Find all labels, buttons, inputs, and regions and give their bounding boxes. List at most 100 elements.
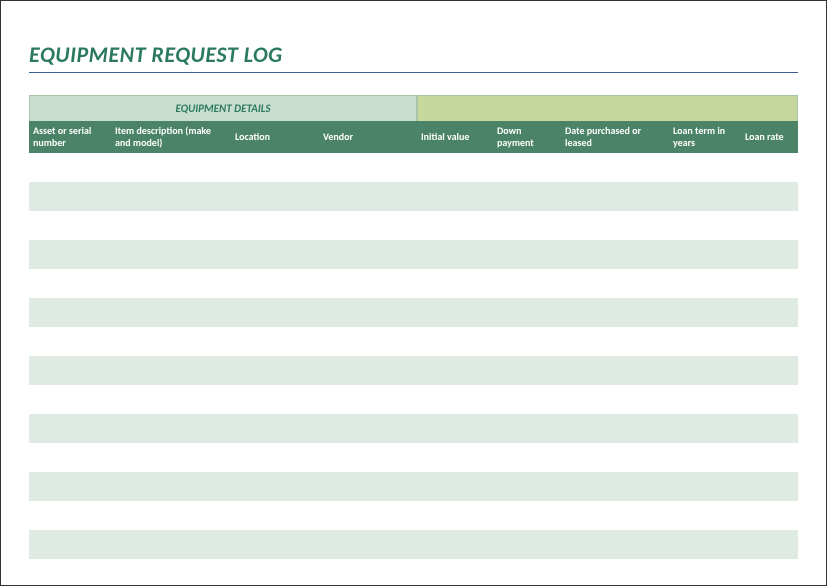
- cell[interactable]: [231, 356, 319, 385]
- cell[interactable]: [29, 385, 111, 414]
- cell[interactable]: [561, 443, 669, 472]
- cell[interactable]: [29, 269, 111, 298]
- cell[interactable]: [319, 211, 417, 240]
- cell[interactable]: [417, 327, 493, 356]
- cell[interactable]: [417, 240, 493, 269]
- cell[interactable]: [493, 501, 561, 530]
- cell[interactable]: [29, 182, 111, 211]
- cell[interactable]: [111, 530, 231, 559]
- cell[interactable]: [417, 153, 493, 182]
- cell[interactable]: [669, 501, 741, 530]
- table-row[interactable]: [29, 211, 798, 240]
- cell[interactable]: [29, 501, 111, 530]
- cell[interactable]: [493, 414, 561, 443]
- cell[interactable]: [417, 356, 493, 385]
- cell[interactable]: [231, 414, 319, 443]
- cell[interactable]: [669, 414, 741, 443]
- cell[interactable]: [231, 211, 319, 240]
- cell[interactable]: [29, 530, 111, 559]
- cell[interactable]: [417, 530, 493, 559]
- cell[interactable]: [561, 211, 669, 240]
- cell[interactable]: [669, 269, 741, 298]
- cell[interactable]: [493, 211, 561, 240]
- cell[interactable]: [111, 327, 231, 356]
- cell[interactable]: [493, 153, 561, 182]
- cell[interactable]: [319, 356, 417, 385]
- cell[interactable]: [561, 269, 669, 298]
- cell[interactable]: [561, 356, 669, 385]
- cell[interactable]: [417, 211, 493, 240]
- cell[interactable]: [417, 269, 493, 298]
- cell[interactable]: [231, 240, 319, 269]
- cell[interactable]: [669, 211, 741, 240]
- cell[interactable]: [493, 356, 561, 385]
- cell[interactable]: [111, 298, 231, 327]
- table-row[interactable]: [29, 443, 798, 472]
- cell[interactable]: [417, 501, 493, 530]
- table-row[interactable]: [29, 385, 798, 414]
- cell[interactable]: [741, 327, 798, 356]
- cell[interactable]: [493, 269, 561, 298]
- cell[interactable]: [111, 356, 231, 385]
- cell[interactable]: [319, 443, 417, 472]
- cell[interactable]: [111, 211, 231, 240]
- cell[interactable]: [417, 182, 493, 211]
- cell[interactable]: [111, 443, 231, 472]
- table-row[interactable]: [29, 356, 798, 385]
- cell[interactable]: [319, 182, 417, 211]
- cell[interactable]: [29, 356, 111, 385]
- cell[interactable]: [669, 327, 741, 356]
- cell[interactable]: [669, 153, 741, 182]
- cell[interactable]: [231, 269, 319, 298]
- cell[interactable]: [493, 240, 561, 269]
- cell[interactable]: [561, 530, 669, 559]
- cell[interactable]: [319, 327, 417, 356]
- cell[interactable]: [669, 298, 741, 327]
- cell[interactable]: [29, 298, 111, 327]
- cell[interactable]: [319, 269, 417, 298]
- cell[interactable]: [493, 298, 561, 327]
- cell[interactable]: [29, 153, 111, 182]
- cell[interactable]: [111, 240, 231, 269]
- cell[interactable]: [29, 414, 111, 443]
- cell[interactable]: [561, 327, 669, 356]
- cell[interactable]: [319, 385, 417, 414]
- cell[interactable]: [231, 472, 319, 501]
- cell[interactable]: [231, 182, 319, 211]
- cell[interactable]: [493, 443, 561, 472]
- cell[interactable]: [111, 269, 231, 298]
- cell[interactable]: [29, 472, 111, 501]
- cell[interactable]: [741, 414, 798, 443]
- cell[interactable]: [231, 530, 319, 559]
- table-row[interactable]: [29, 530, 798, 559]
- cell[interactable]: [231, 327, 319, 356]
- cell[interactable]: [741, 443, 798, 472]
- table-row[interactable]: [29, 240, 798, 269]
- cell[interactable]: [417, 414, 493, 443]
- cell[interactable]: [493, 472, 561, 501]
- cell[interactable]: [319, 153, 417, 182]
- cell[interactable]: [669, 385, 741, 414]
- cell[interactable]: [29, 327, 111, 356]
- cell[interactable]: [741, 385, 798, 414]
- cell[interactable]: [741, 240, 798, 269]
- cell[interactable]: [741, 501, 798, 530]
- table-row[interactable]: [29, 182, 798, 211]
- cell[interactable]: [111, 153, 231, 182]
- cell[interactable]: [319, 298, 417, 327]
- cell[interactable]: [561, 472, 669, 501]
- cell[interactable]: [561, 153, 669, 182]
- cell[interactable]: [319, 472, 417, 501]
- cell[interactable]: [319, 530, 417, 559]
- cell[interactable]: [741, 356, 798, 385]
- cell[interactable]: [417, 443, 493, 472]
- cell[interactable]: [319, 414, 417, 443]
- cell[interactable]: [561, 182, 669, 211]
- table-row[interactable]: [29, 472, 798, 501]
- cell[interactable]: [111, 472, 231, 501]
- cell[interactable]: [741, 472, 798, 501]
- cell[interactable]: [561, 414, 669, 443]
- cell[interactable]: [231, 443, 319, 472]
- cell[interactable]: [741, 269, 798, 298]
- cell[interactable]: [231, 298, 319, 327]
